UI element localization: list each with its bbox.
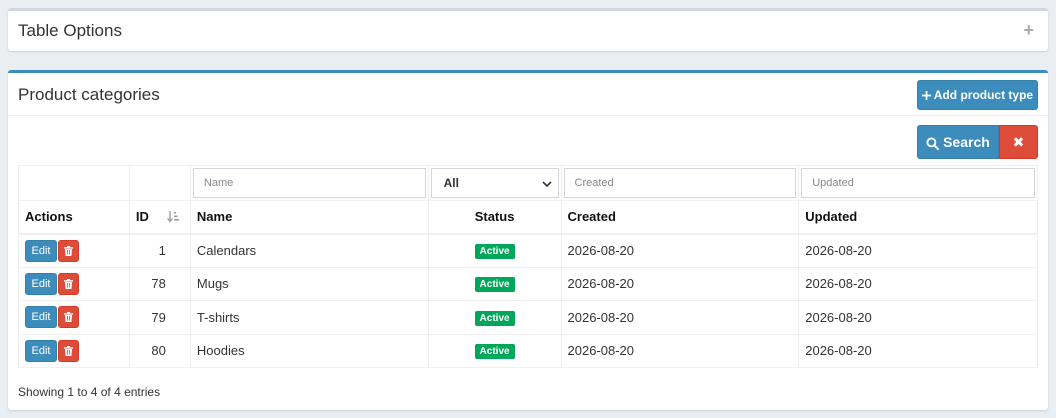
search-button[interactable]: Search <box>917 125 999 159</box>
cell-created: 2026-08-20 <box>560 233 800 268</box>
edit-button[interactable]: Edit <box>25 306 57 329</box>
column-header-updated[interactable]: Updated <box>798 200 1038 235</box>
cell-name: Calendars <box>189 233 429 268</box>
cell-status: Active <box>427 233 562 268</box>
table-row: Edit 79 T-shirts Active 2026-08-20 2026-… <box>18 300 1038 335</box>
row-actions: Edit <box>18 333 130 368</box>
cell-status: Active <box>427 300 562 335</box>
delete-button[interactable] <box>58 306 79 329</box>
cell-updated: 2026-08-20 <box>798 300 1038 335</box>
edit-button[interactable]: Edit <box>25 339 57 362</box>
delete-button[interactable] <box>58 339 79 362</box>
status-filter-value: All <box>443 176 459 190</box>
column-header-status[interactable]: Status <box>427 200 562 235</box>
row-actions: Edit <box>18 300 130 335</box>
clear-filters-button[interactable]: ✖ <box>999 125 1038 159</box>
created-filter-input[interactable]: Created <box>563 168 797 198</box>
row-actions: Edit <box>18 233 130 268</box>
delete-button[interactable] <box>58 272 79 295</box>
status-badge: Active <box>474 310 515 326</box>
cell-name: Mugs <box>189 266 429 301</box>
trash-icon <box>64 345 73 357</box>
table-info: Showing 1 to 4 of 4 entries <box>18 385 161 399</box>
column-header-id[interactable]: ID <box>128 200 191 235</box>
cell-id: 1 <box>128 233 191 268</box>
cell-name: Hoodies <box>189 333 429 368</box>
cell-status: Active <box>427 266 562 301</box>
table-row: Edit 80 Hoodies Active 2026-08-20 2026-0… <box>18 333 1038 368</box>
table-row: Edit 1 Calendars Active 2026-08-20 2026-… <box>18 233 1038 268</box>
chevron-down-icon <box>541 169 552 197</box>
delete-button[interactable] <box>58 239 79 262</box>
cell-id: 79 <box>128 300 191 335</box>
filter-cell-id <box>128 165 191 201</box>
cell-id: 80 <box>128 333 191 368</box>
status-filter-select[interactable]: All <box>430 168 559 198</box>
filter-row: Name All Created Updated <box>18 165 1038 201</box>
cell-updated: 2026-08-20 <box>798 233 1038 268</box>
table-options-title: Table Options <box>18 21 122 40</box>
status-badge: Active <box>474 344 515 360</box>
edit-button[interactable]: Edit <box>25 272 57 295</box>
page-title: Product categories <box>18 85 160 104</box>
status-badge: Active <box>474 277 515 293</box>
column-header-name[interactable]: Name <box>189 200 429 235</box>
table-row: Edit 78 Mugs Active 2026-08-20 2026-08-2… <box>18 266 1038 301</box>
search-label: Search <box>943 134 990 150</box>
name-filter-input[interactable]: Name <box>192 168 426 198</box>
add-product-type-label: Add product type <box>933 88 1034 102</box>
filter-cell-actions <box>18 165 130 201</box>
cell-created: 2026-08-20 <box>560 300 800 335</box>
cell-name: T-shirts <box>189 300 429 335</box>
edit-button[interactable]: Edit <box>25 239 57 262</box>
table-options-box: Table Options + <box>8 8 1048 51</box>
trash-icon <box>64 245 73 257</box>
trash-icon <box>64 278 73 290</box>
column-header-actions: Actions <box>18 200 130 235</box>
column-header-id-label: ID <box>135 209 149 225</box>
status-badge: Active <box>474 244 515 259</box>
cell-created: 2026-08-20 <box>560 266 800 301</box>
product-categories-table: Name All Created Updated Actions ID Name… <box>18 165 1038 368</box>
box-header: Product categories Add product type <box>8 73 1048 116</box>
cell-updated: 2026-08-20 <box>798 266 1038 301</box>
plus-icon <box>921 88 934 102</box>
cell-created: 2026-08-20 <box>560 333 800 368</box>
close-icon: ✖ <box>1012 134 1025 150</box>
trash-icon <box>64 311 73 323</box>
product-categories-box: Product categories Add product type Sear… <box>8 70 1048 410</box>
cell-id: 78 <box>128 266 191 301</box>
header-row: Actions ID Name Status Created Updated <box>18 200 1038 235</box>
updated-filter-input[interactable]: Updated <box>801 168 1035 198</box>
cell-updated: 2026-08-20 <box>798 333 1038 368</box>
cell-status: Active <box>427 333 562 368</box>
column-header-created[interactable]: Created <box>560 200 800 235</box>
search-icon <box>926 134 943 150</box>
expand-plus-icon[interactable]: + <box>1023 20 1034 41</box>
add-product-type-button[interactable]: Add product type <box>917 80 1038 110</box>
row-actions: Edit <box>18 266 130 301</box>
sort-ascending-icon[interactable] <box>166 209 180 223</box>
